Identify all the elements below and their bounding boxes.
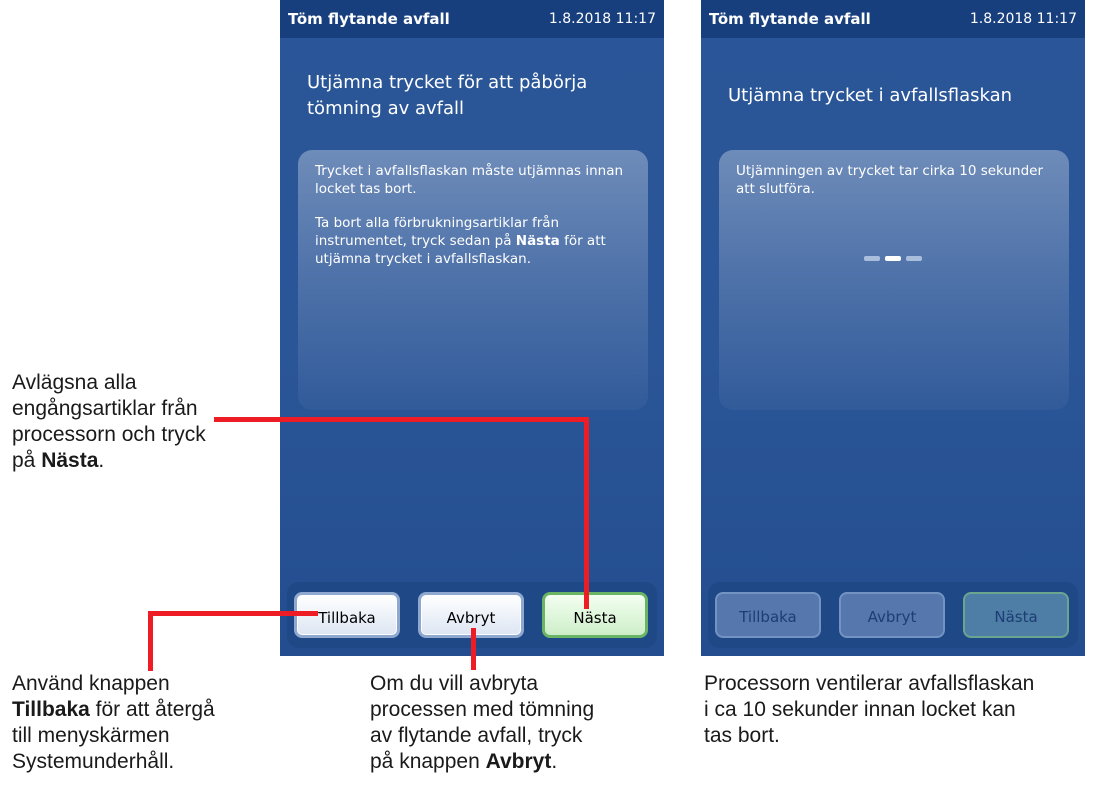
- callout-venting: Processorn ventilerar avfallsflaskan i c…: [704, 672, 1035, 747]
- callout-cancel-button: Om du vill avbryta processen med tömning…: [370, 672, 595, 773]
- callout-back-button: Använd knappen Tillbaka för att återgå t…: [12, 672, 215, 773]
- info-panel: Utjämningen av trycket tar cirka 10 seku…: [719, 150, 1069, 410]
- datetime-label: 1.8.2018 11:17: [969, 11, 1077, 27]
- datetime-label: 1.8.2018 11:17: [548, 11, 656, 27]
- spinner-dash: [864, 256, 880, 261]
- button-bar: Tillbaka Avbryt Nästa: [708, 582, 1078, 648]
- title-bar: Töm flytande avfall 1.8.2018 11:17: [280, 0, 664, 38]
- callout-line-back: [148, 611, 153, 671]
- callout-line-next: [214, 417, 588, 422]
- instruction-heading: Utjämna trycket i avfallsflaskan: [728, 85, 1013, 106]
- spinner-dash: [885, 256, 901, 261]
- screen-empty-waste-step1: Töm flytande avfall 1.8.2018 11:17 Utjäm…: [280, 0, 664, 656]
- spinner-dash: [906, 256, 922, 261]
- heading-line: tömning av avfall: [307, 98, 465, 119]
- heading-line: Utjämna trycket för att påbörja: [307, 72, 588, 93]
- info-paragraph: Ta bort alla förbrukningsartiklar från i…: [315, 215, 606, 267]
- screen-title: Töm flytande avfall: [288, 10, 450, 28]
- callout-line-cancel: [471, 628, 476, 670]
- info-panel: Trycket i avfallsflaskan måste utjämnas …: [298, 150, 648, 410]
- screen-title: Töm flytande avfall: [709, 10, 871, 28]
- cancel-button: Avbryt: [839, 592, 945, 638]
- instruction-heading: Utjämna trycket för att påbörja tömning …: [307, 70, 647, 122]
- screen-empty-waste-step2: Töm flytande avfall 1.8.2018 11:17 Utjäm…: [701, 0, 1085, 656]
- next-button[interactable]: Nästa: [542, 592, 648, 638]
- callout-remove-consumables: Avlägsna alla engångsartiklar från proce…: [12, 371, 206, 472]
- title-bar: Töm flytande avfall 1.8.2018 11:17: [701, 0, 1085, 38]
- callout-line-next: [584, 417, 589, 609]
- next-button: Nästa: [963, 592, 1069, 638]
- info-paragraph: Trycket i avfallsflaskan måste utjämnas …: [315, 163, 624, 197]
- info-paragraph: Utjämningen av trycket tar cirka 10 seku…: [736, 163, 1043, 197]
- back-button: Tillbaka: [715, 592, 821, 638]
- callout-line-back: [148, 611, 318, 616]
